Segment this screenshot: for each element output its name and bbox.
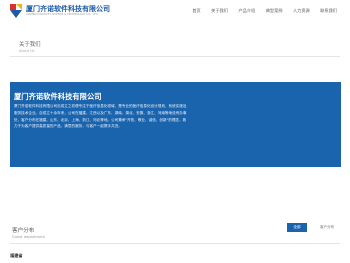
nav-products[interactable]: 产品介绍 bbox=[238, 8, 255, 14]
nav-contact[interactable]: 联系我们 bbox=[320, 8, 337, 14]
nav-hr[interactable]: 人力资源 bbox=[293, 8, 310, 14]
distribution-heading: 客户分布 Guest department bbox=[12, 226, 45, 239]
company-intro-panel: 厦门齐诺软件科技有限公司 厦门齐诺软件科技有限公司自成立之初便专注于医疗信息化领… bbox=[10, 82, 341, 167]
company-logo-icon[interactable] bbox=[10, 4, 22, 18]
about-title: 关于我们 bbox=[19, 42, 41, 48]
distribution-tabs: 全部 客户分布 bbox=[287, 223, 334, 232]
distribution-title: 客户分布 bbox=[12, 228, 35, 234]
tab-distribution[interactable]: 客户分布 bbox=[320, 225, 334, 230]
about-subtitle: About Us bbox=[19, 49, 35, 53]
intro-body: 厦门齐诺软件科技有限公司自成立之初便专注于医疗信息化领域，是专业的医疗信息化设计… bbox=[14, 104, 187, 129]
nav-about[interactable]: 关于我们 bbox=[211, 8, 228, 14]
company-name-en: XIAMEN KINGSOFT SCIENCE & TECHNOLOGY CO.… bbox=[26, 13, 99, 16]
section-divider bbox=[10, 243, 340, 244]
nav-cases[interactable]: 典型案例 bbox=[266, 8, 283, 14]
distribution-subtitle: Guest department bbox=[12, 235, 45, 239]
intro-title: 厦门齐诺软件科技有限公司 bbox=[14, 92, 102, 101]
about-heading: 关于我们 About Us bbox=[19, 40, 41, 53]
main-nav: 首页 关于我们 产品介绍 典型案例 人力资源 联系我们 bbox=[182, 8, 337, 14]
site-header: 厦门齐诺软件科技有限公司 XIAMEN KINGSOFT SCIENCE & T… bbox=[0, 0, 350, 24]
region-label: 福建省 bbox=[10, 253, 23, 258]
nav-home[interactable]: 首页 bbox=[192, 8, 200, 14]
section-divider bbox=[10, 56, 340, 57]
tab-all[interactable]: 全部 bbox=[287, 223, 307, 232]
